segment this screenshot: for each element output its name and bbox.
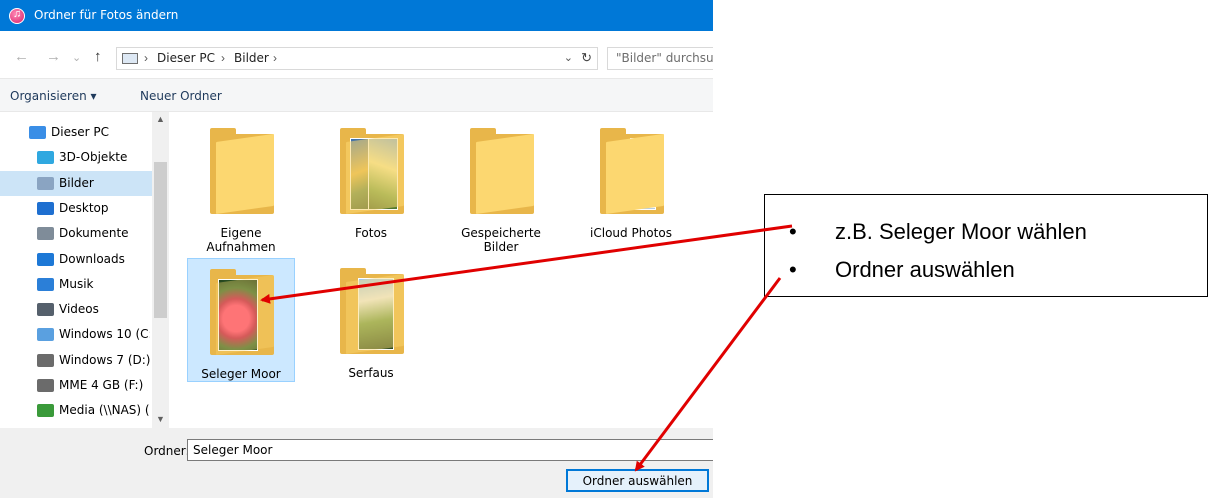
sidebar-item-bilder[interactable]: Bilder xyxy=(0,170,152,196)
folder-icon xyxy=(210,128,274,214)
sidebar-item-downloads[interactable]: Downloads xyxy=(0,247,152,272)
scrollbar-thumb[interactable] xyxy=(154,162,167,318)
sidebar-item-label: Downloads xyxy=(59,251,125,266)
sidebar-item-media-nas-i[interactable]: Media (\\NAS) (I xyxy=(0,398,152,423)
navigation-bar: ← → ⌄ ↑ › Dieser PC › Bilder › ⌄ ↻ "Bild… xyxy=(0,44,713,72)
folder-dialog: Ordner für Fotos ändern ← → ⌄ ↑ › Dieser… xyxy=(0,0,713,498)
breadcrumb-dieser-pc[interactable]: Dieser PC xyxy=(157,51,215,65)
folder-label: Seleger Moor xyxy=(201,367,281,381)
drive-icon xyxy=(37,379,54,392)
sidebar-item-label: Musik xyxy=(59,276,94,291)
navigation-pane: Dieser PC 3D-Objekte Bilder Desktop Dokument… xyxy=(0,112,170,428)
folder-label: iCloud Photos xyxy=(590,226,672,240)
sidebar-item-label: Windows 7 (D:) xyxy=(59,352,150,367)
folder-item[interactable]: iCloud Photos xyxy=(578,118,686,242)
folder-icon xyxy=(470,128,534,214)
folder-item[interactable]: Fotos xyxy=(318,118,426,242)
photo-folder-icon xyxy=(340,128,404,214)
window-title: Ordner für Fotos ändern xyxy=(34,8,179,22)
folder-label: Fotos xyxy=(354,226,388,240)
bullet-icon: • xyxy=(789,219,797,244)
title-bar: Ordner für Fotos ändern xyxy=(0,0,713,31)
up-arrow-icon[interactable]: ↑ xyxy=(94,49,102,65)
scroll-down-icon[interactable]: ▼ xyxy=(156,414,165,424)
documents-icon xyxy=(37,227,54,241)
bullet-icon: • xyxy=(789,257,797,282)
videos-icon xyxy=(37,303,54,317)
folder-item[interactable]: Serfaus xyxy=(318,258,426,382)
pictures-icon xyxy=(37,176,54,190)
annotation-bullet: • z.B. Seleger Moor wählen xyxy=(789,219,1087,245)
folder-name-input[interactable] xyxy=(187,439,713,461)
sidebar-item-label: 3D-Objekte xyxy=(59,150,128,165)
folder-label: Eigene Aufnahmen xyxy=(206,226,276,254)
windows-drive-icon xyxy=(37,328,54,342)
breadcrumb-separator: › xyxy=(273,51,277,65)
folder-item[interactable]: Gespeicherte Bilder xyxy=(448,118,556,254)
new-folder-button[interactable]: Neuer Ordner xyxy=(140,89,222,103)
monitor-icon xyxy=(29,126,46,139)
back-arrow-icon[interactable]: ← xyxy=(14,49,29,65)
sidebar-item-label: MME 4 GB (F:) xyxy=(59,378,144,392)
drive-icon xyxy=(37,353,54,367)
sidebar-item-label: Bilder xyxy=(59,175,94,190)
folder-view: Eigene Aufnahmen Fotos Gespeicherte Bild… xyxy=(170,112,713,428)
sidebar-item-label: Windows 10 (C:) xyxy=(59,327,150,342)
sidebar-item-label: Dokumente xyxy=(59,226,129,241)
sidebar-item-musik[interactable]: Musik xyxy=(0,272,152,297)
sidebar-item-label: Dieser PC xyxy=(51,125,109,139)
photo-folder-icon xyxy=(340,268,404,354)
photo-folder-icon xyxy=(210,269,274,355)
scroll-up-icon[interactable]: ▲ xyxy=(156,114,165,124)
sidebar-item-label: Media (\\NAS) (I xyxy=(59,403,150,418)
annotation-text: z.B. Seleger Moor wählen xyxy=(835,219,1087,244)
folder-label: Serfaus xyxy=(348,366,394,380)
forward-arrow-icon[interactable]: → xyxy=(46,49,61,65)
footer-panel: Ordner: Ordner auswählen xyxy=(0,428,713,498)
network-drive-icon xyxy=(37,404,54,418)
sidebar-item-windows-10-c[interactable]: Windows 10 (C:) xyxy=(0,322,152,347)
recent-locations-icon[interactable]: ⌄ xyxy=(72,50,81,66)
breadcrumb-separator: › xyxy=(221,51,225,65)
search-input[interactable]: "Bilder" durchsuchen xyxy=(607,47,713,70)
sidebar-item-3d-objekte[interactable]: 3D-Objekte xyxy=(0,145,152,170)
folder-item[interactable]: Eigene Aufnahmen xyxy=(188,118,296,254)
sidebar-item-mme-4-gb-f[interactable]: MME 4 GB (F:) xyxy=(0,373,152,398)
organize-button[interactable]: Organisieren ▾ xyxy=(10,89,97,103)
sidebar-item-dieser-pc[interactable]: Dieser PC xyxy=(0,120,152,145)
sidebar-scrollbar[interactable]: ▲ ▼ xyxy=(152,112,169,428)
folder-name-label: Ordner: xyxy=(144,444,190,458)
sidebar-item-windows-7-d[interactable]: Windows 7 (D:) xyxy=(0,348,152,373)
cube-icon xyxy=(37,151,54,165)
annotation-bullet: • Ordner auswählen xyxy=(789,257,1015,283)
documents-folder-icon xyxy=(600,128,664,214)
breadcrumb-bilder[interactable]: Bilder xyxy=(234,51,269,65)
annotation-text: Ordner auswählen xyxy=(835,257,1015,282)
annotation-box: • z.B. Seleger Moor wählen • Ordner auswäh… xyxy=(764,194,1208,297)
folder-item-selected[interactable]: Seleger Moor xyxy=(187,258,295,382)
folder-label: Gespeicherte Bilder xyxy=(461,226,541,254)
address-bar[interactable]: › Dieser PC › Bilder › ⌄ ↻ xyxy=(116,47,598,70)
command-bar: Organisieren ▾ Neuer Ordner xyxy=(0,78,713,112)
sidebar-item-desktop[interactable]: Desktop xyxy=(0,196,152,221)
chevron-down-icon[interactable]: ⌄ xyxy=(564,51,573,64)
sidebar-item-label: Desktop xyxy=(59,200,109,215)
refresh-icon[interactable]: ↻ xyxy=(581,50,592,66)
pictures-location-icon xyxy=(122,53,138,64)
music-icon xyxy=(37,277,54,291)
sidebar-item-videos[interactable]: Videos xyxy=(0,297,152,322)
sidebar-item-label: Videos xyxy=(59,302,99,317)
itunes-icon xyxy=(9,8,25,24)
select-folder-button[interactable]: Ordner auswählen xyxy=(566,469,709,492)
breadcrumb-separator: › xyxy=(144,51,148,65)
sidebar-item-dokumente[interactable]: Dokumente xyxy=(0,221,152,246)
desktop-icon xyxy=(37,201,54,215)
download-icon xyxy=(37,252,54,266)
